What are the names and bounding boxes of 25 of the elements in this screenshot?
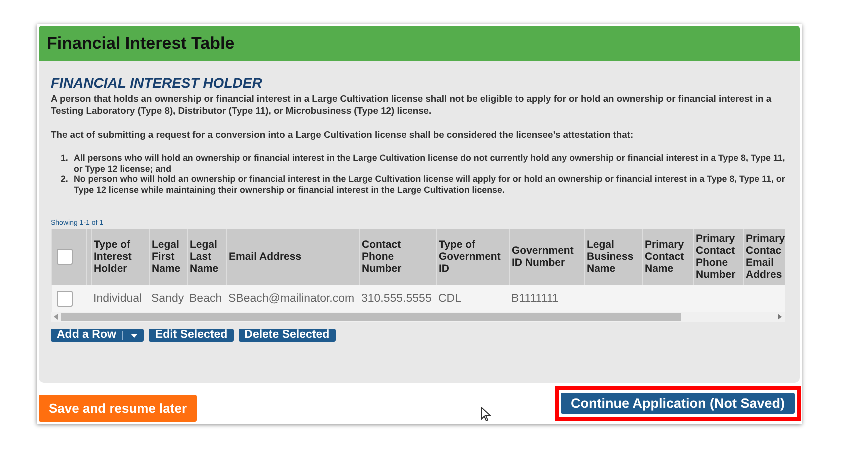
panel-title: Financial Interest Table: [39, 26, 800, 61]
add-row-button[interactable]: Add a Row: [51, 329, 144, 342]
table-cell: 310.555.5555: [360, 285, 436, 312]
delete-selected-button[interactable]: Delete Selected: [238, 329, 336, 342]
checkbox[interactable]: [56, 290, 72, 306]
scroll-right-icon[interactable]: [778, 314, 782, 320]
list-item-text: No person who will hold an ownership or financial interest in the Large Cultivation license will apply for or hold an ownership or financial interest in a Type 8, Type 11, or Type 12 license while maintaining their ownership or financial interest in the Large Cultivation license.: [74, 174, 786, 195]
table-cell: CDL: [436, 285, 510, 312]
caret-icon: [131, 334, 138, 338]
edit-selected-button[interactable]: Edit Selected: [149, 329, 234, 342]
table-cell: B1111111: [510, 285, 584, 312]
continue-button[interactable]: Continue Application (Not Saved): [561, 393, 795, 414]
list-item-text: All persons who will hold an ownership or financial interest in the Large Cultivation license do not currently hold any ownership or financial interest in a Type 8, Type 11, or Type 12 license; and: [74, 153, 786, 174]
list-number: 2.: [61, 174, 70, 186]
checkbox[interactable]: [57, 249, 73, 265]
table-cell: Individual: [92, 285, 150, 312]
horizontal-scrollbar[interactable]: [51, 312, 785, 322]
table-cell: Sandy: [150, 285, 188, 312]
paragraph: A person that holds an ownership or financial interest in a Large Cultivation license shall not be eligible to apply for or hold an ownership or financial interest in a Testing Laboratory (Type 8), Distributor (Type 11), or Microbusiness (Type 12) license.: [51, 93, 773, 117]
table-cell: SBeach@mailinator.com: [226, 285, 360, 312]
list-number: 1.: [61, 153, 70, 165]
paragraph: The act of submitting a request for a conversion into a Large Cultivation license shall be considered the licensee’s attestation that:: [51, 129, 635, 141]
scroll-left-icon[interactable]: [54, 314, 58, 320]
table-cell: Beach: [188, 285, 226, 312]
section-heading: FINANCIAL INTEREST HOLDER: [51, 75, 264, 91]
